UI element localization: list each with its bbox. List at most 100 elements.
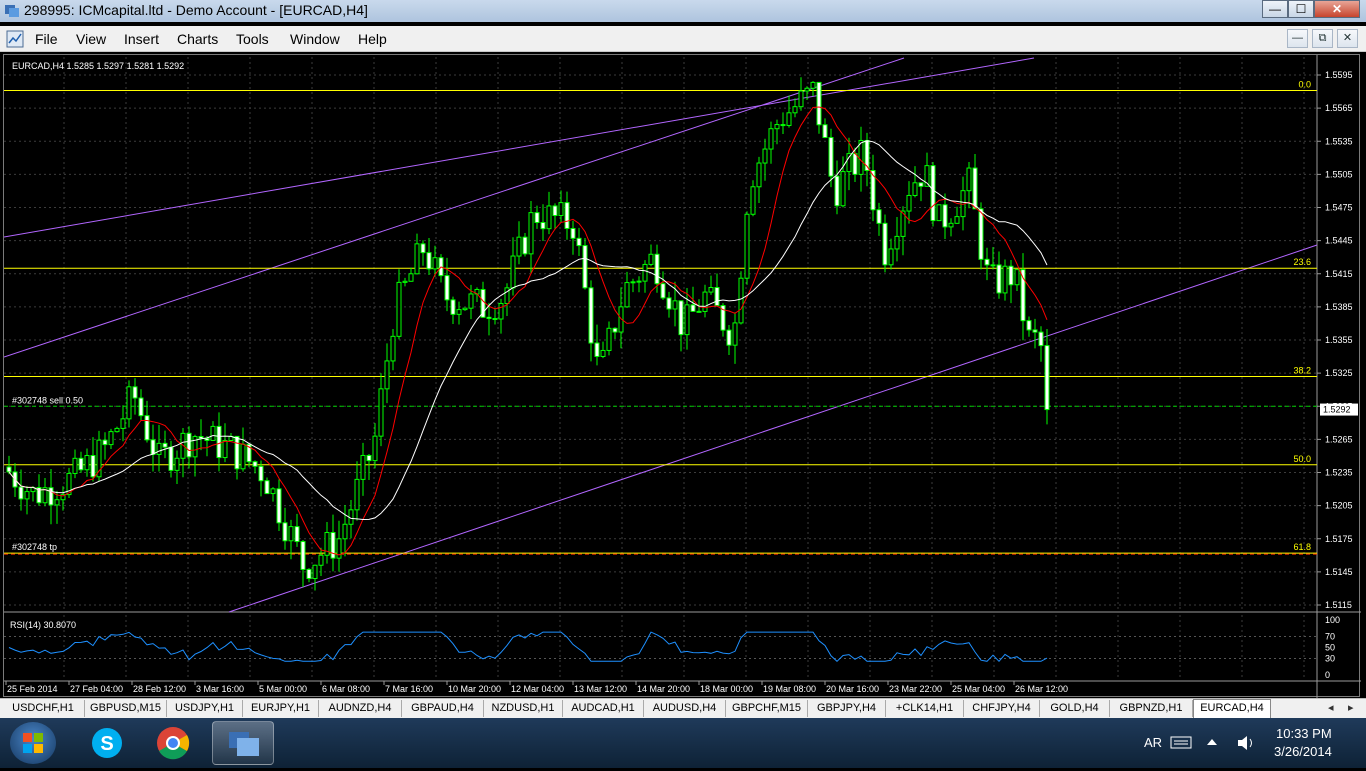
time-axis-label: 25 Feb 2014 <box>7 684 58 694</box>
candle-body <box>1002 265 1008 294</box>
menu-view[interactable]: View <box>76 31 106 47</box>
menu-tools[interactable]: Tools <box>236 31 269 47</box>
tab-audnzd-h4[interactable]: AUDNZD,H4 <box>319 700 402 717</box>
candle-body <box>1038 331 1044 347</box>
candle-body <box>270 488 276 495</box>
candle-body <box>654 253 660 285</box>
candle-body <box>726 329 732 346</box>
start-button[interactable] <box>10 722 56 764</box>
taskbar-metatrader[interactable] <box>212 721 274 765</box>
window-close-button[interactable]: ✕ <box>1314 0 1360 18</box>
chart-close-button[interactable]: ✕ <box>1337 29 1358 48</box>
candle-body <box>522 236 528 255</box>
candle-body <box>624 282 630 308</box>
price-scale-label: 1.5595 <box>1325 70 1353 80</box>
tab-gbpjpy-h4[interactable]: GBPJPY,H4 <box>808 700 886 717</box>
tab-audcad-h1[interactable]: AUDCAD,H1 <box>563 700 644 717</box>
candle-body <box>846 153 852 173</box>
candle-body <box>786 112 792 126</box>
candle-body <box>798 90 804 108</box>
candle-body <box>384 360 390 390</box>
candle-body <box>534 212 540 224</box>
tabs-scroll-left-icon[interactable]: ◂ <box>1328 701 1334 714</box>
taskbar-chrome[interactable] <box>142 721 204 765</box>
tab-gold-h4[interactable]: GOLD,H4 <box>1040 700 1110 717</box>
candle-body <box>48 487 54 506</box>
tab-clk14-h1[interactable]: +CLK14,H1 <box>886 700 964 717</box>
menu-insert[interactable]: Insert <box>124 31 159 47</box>
candle-body <box>414 243 420 275</box>
window-maximize-button[interactable]: ☐ <box>1288 0 1314 18</box>
time-axis-label: 25 Mar 04:00 <box>952 684 1005 694</box>
candle-body <box>420 243 426 254</box>
language-indicator[interactable]: AR <box>1144 735 1162 750</box>
chart-restore-button[interactable]: ⧉ <box>1312 29 1333 48</box>
candle-body <box>894 235 900 250</box>
candle-body <box>222 439 228 459</box>
candle-body <box>288 526 294 542</box>
price-scale-label: 1.5535 <box>1325 136 1353 146</box>
chart-document-icon[interactable] <box>6 30 24 48</box>
chart-minimize-button[interactable]: — <box>1287 29 1308 48</box>
menu-help[interactable]: Help <box>358 31 387 47</box>
candle-body <box>948 222 954 228</box>
candle-body <box>456 309 462 315</box>
tab-gbpusd-m15[interactable]: GBPUSD,M15 <box>85 700 167 717</box>
price-scale-label: 1.5385 <box>1325 302 1353 312</box>
fib-level-label: 0.0 <box>1298 79 1311 89</box>
tab-usdjpy-h1[interactable]: USDJPY,H1 <box>167 700 243 717</box>
candle-body <box>354 478 360 511</box>
candle-body <box>150 439 156 455</box>
metatrader-app-icon <box>5 5 19 17</box>
candle-body <box>156 442 162 455</box>
candle-body <box>630 281 636 284</box>
candle-body <box>264 480 270 495</box>
candle-body <box>462 307 468 311</box>
taskbar-skype[interactable]: S <box>76 721 138 765</box>
tab-gbpaud-h4[interactable]: GBPAUD,H4 <box>402 700 484 717</box>
candle-body <box>858 139 864 175</box>
menu-charts[interactable]: Charts <box>177 31 218 47</box>
candle-body <box>552 205 558 217</box>
volume-icon[interactable] <box>1236 734 1256 752</box>
sell-order-label: #302748 sell 0.50 <box>12 395 83 405</box>
tab-nzdusd-h1[interactable]: NZDUSD,H1 <box>484 700 563 717</box>
candle-body <box>636 280 642 283</box>
tab-gbpnzd-h1[interactable]: GBPNZD,H1 <box>1110 700 1193 717</box>
candle-body <box>84 455 90 471</box>
show-hidden-icons-icon[interactable] <box>1206 738 1218 746</box>
tab-eurcad-h4[interactable]: EURCAD,H4 <box>1193 699 1271 718</box>
candle-body <box>540 222 546 230</box>
menu-file[interactable]: File <box>35 31 58 47</box>
tab-audusd-h4[interactable]: AUDUSD,H4 <box>644 700 726 717</box>
candle-body <box>1014 269 1020 286</box>
title-bar: 298995: ICMcapital.ltd - Demo Account - … <box>0 0 1366 22</box>
menu-window[interactable]: Window <box>290 31 340 47</box>
svg-text:S: S <box>100 733 113 755</box>
rsi-scale-label: 100 <box>1325 615 1340 625</box>
candle-body <box>582 245 588 289</box>
candle-body <box>984 258 990 266</box>
fib-level-label: 23.6 <box>1293 257 1311 267</box>
clock-date[interactable]: 3/26/2014 <box>1274 744 1332 759</box>
tp-order-label: #302748 tp <box>12 542 57 552</box>
keyboard-icon[interactable] <box>1170 734 1192 750</box>
time-axis-label: 5 Mar 00:00 <box>259 684 307 694</box>
clock-time[interactable]: 10:33 PM <box>1276 726 1332 741</box>
candle-body <box>612 327 618 333</box>
window-minimize-button[interactable]: — <box>1262 0 1288 18</box>
tabs-scroll-right-icon[interactable]: ▸ <box>1348 701 1354 714</box>
price-scale-label: 1.5265 <box>1325 434 1353 444</box>
tab-eurjpy-h1[interactable]: EURJPY,H1 <box>243 700 319 717</box>
candle-body <box>696 310 702 313</box>
candle-body <box>378 388 384 437</box>
tab-chfjpy-h4[interactable]: CHFJPY,H4 <box>964 700 1040 717</box>
price-chart[interactable]: 0.0 23.6 38.2 50.0 61.8 #302748 sell 0.50 #30… <box>3 55 1361 698</box>
price-scale-label: 1.5145 <box>1325 567 1353 577</box>
tab-gbpchf-m15[interactable]: GBPCHF,M15 <box>726 700 808 717</box>
chart-window[interactable]: 0.0 23.6 38.2 50.0 61.8 #302748 sell 0.50 #30… <box>3 54 1361 698</box>
candle-body <box>300 541 306 570</box>
candle-body <box>660 283 666 299</box>
tab-usdchf-h1[interactable]: USDCHF,H1 <box>2 700 85 717</box>
candle-body <box>162 442 168 448</box>
